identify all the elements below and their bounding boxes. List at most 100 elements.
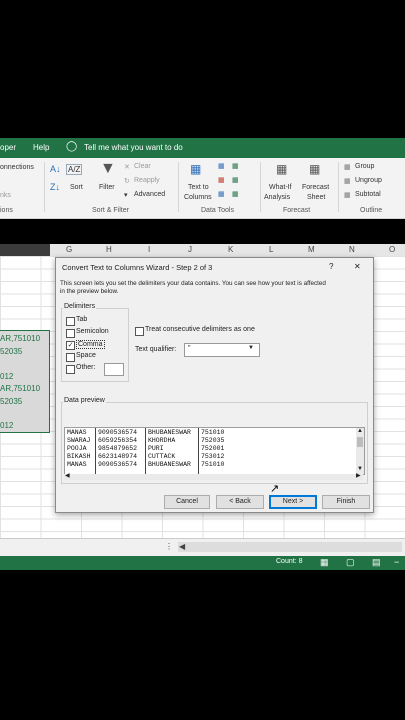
delimiters-label: Delimiters xyxy=(63,303,97,310)
mouse-cursor-icon: ↗ xyxy=(270,483,280,495)
subtotal-icon: ▦ xyxy=(344,192,351,199)
tab-developer[interactable]: oper xyxy=(0,143,16,152)
sort-az-button[interactable]: A/Z xyxy=(66,164,83,175)
space-checkbox[interactable] xyxy=(66,353,75,362)
connections-button[interactable]: onnections xyxy=(0,164,34,171)
forecast-sheet-icon: ▦ xyxy=(309,162,321,176)
chevron-down-icon[interactable]: ▼ xyxy=(248,345,254,351)
outline-group-label: Outline xyxy=(360,207,383,214)
filter-funnel-icon[interactable]: ▼ xyxy=(100,160,116,178)
group-button[interactable]: Group xyxy=(355,163,374,170)
data-tools-group-label: Data Tools xyxy=(201,207,234,214)
ribbon-tab-bar: oper Help ◯ Tell me what you want to do xyxy=(0,138,405,158)
sort-az-icon[interactable]: A↓ xyxy=(50,164,61,174)
tab-checkbox[interactable] xyxy=(66,317,75,326)
other-checkbox-label[interactable]: Other: xyxy=(76,364,95,371)
page-break-icon[interactable]: ▤ xyxy=(372,557,381,568)
ribbon-divider xyxy=(260,162,261,212)
preview-vertical-scrollbar[interactable]: ▲ ▼ xyxy=(356,428,364,474)
consecutive-delimiters-checkbox[interactable] xyxy=(135,327,144,336)
zoom-out-icon[interactable]: − xyxy=(394,557,399,567)
scroll-up-icon[interactable]: ▲ xyxy=(357,428,363,434)
intro-text-2: in the preview below. xyxy=(60,288,119,295)
consolidate-icon[interactable]: ▦ xyxy=(232,162,239,170)
semicolon-checkbox-label[interactable]: Semicolon xyxy=(76,328,109,335)
back-button[interactable]: < Back xyxy=(216,495,264,509)
data-preview-label: Data preview xyxy=(63,397,106,404)
column-m-header[interactable]: M xyxy=(308,245,315,254)
column-h-header[interactable]: H xyxy=(106,245,112,254)
cell-value[interactable]: 52035 xyxy=(0,347,22,356)
filter-button[interactable]: Filter xyxy=(99,184,115,191)
reapply-icon: ↻ xyxy=(124,178,130,185)
remove-duplicates-icon[interactable]: ▦ xyxy=(218,176,225,184)
scroll-thumb[interactable] xyxy=(357,437,363,447)
column-k-header[interactable]: K xyxy=(228,245,233,254)
cell-value[interactable]: 012 xyxy=(0,421,13,430)
manage-data-model-icon[interactable]: ▦ xyxy=(232,190,239,198)
cancel-button[interactable]: Cancel xyxy=(164,495,210,509)
horizontal-scrollbar[interactable]: ◀ xyxy=(178,542,402,552)
column-header-selected xyxy=(0,244,50,256)
forecast-sheet-label-2[interactable]: Sheet xyxy=(307,194,325,201)
next-button[interactable]: Next > xyxy=(269,495,317,509)
scroll-left-icon[interactable]: ◀ xyxy=(65,472,70,479)
text-qualifier-select[interactable]: " ▼ xyxy=(184,343,260,357)
sheet-options-icon[interactable]: ⋮ xyxy=(165,542,173,551)
close-icon[interactable]: ✕ xyxy=(354,262,361,271)
text-to-columns-label-1[interactable]: Text to xyxy=(188,184,209,191)
edit-links-button[interactable]: nks xyxy=(0,192,11,199)
cell-value[interactable]: AR,751010 xyxy=(0,384,40,393)
count-indicator: Count: 8 xyxy=(276,558,303,565)
reapply-button[interactable]: Reapply xyxy=(134,177,160,184)
clear-button[interactable]: Clear xyxy=(134,163,151,170)
data-preview-table[interactable]: MANAS 9090536574 BHUBANESWAR 751010 SWARAJ 6… xyxy=(64,427,365,475)
finish-button[interactable]: Finish xyxy=(322,495,370,509)
subtotal-button[interactable]: Subtotal xyxy=(355,191,381,198)
tab-checkbox-label[interactable]: Tab xyxy=(76,316,87,323)
normal-view-icon[interactable]: ▦ xyxy=(320,557,329,568)
page-layout-icon[interactable]: ▢ xyxy=(346,557,355,568)
other-checkbox[interactable] xyxy=(66,365,75,374)
flash-fill-icon[interactable]: ▦ xyxy=(218,162,225,170)
column-n-header[interactable]: N xyxy=(349,245,355,254)
other-delimiter-input[interactable] xyxy=(104,363,124,376)
cell-value[interactable]: 012 xyxy=(0,372,13,381)
column-i-header[interactable]: I xyxy=(148,245,150,254)
queries-connections-group-label: ions xyxy=(0,207,13,214)
what-if-label-1[interactable]: What-If xyxy=(269,184,292,191)
comma-checkbox[interactable]: ✓ xyxy=(66,341,75,350)
space-checkbox-label[interactable]: Space xyxy=(76,352,96,359)
selected-range[interactable]: AR,751010 52035 012 AR,751010 52035 012 xyxy=(0,330,50,433)
column-j-header[interactable]: J xyxy=(188,245,192,254)
consecutive-delimiters-label[interactable]: Treat consecutive delimiters as one xyxy=(145,326,255,333)
column-l-header[interactable]: L xyxy=(269,245,273,254)
cell-value[interactable]: AR,751010 xyxy=(0,334,40,343)
text-to-columns-label-2[interactable]: Columns xyxy=(184,194,212,201)
preview-horizontal-scrollbar[interactable]: ◀ ▶ xyxy=(64,472,363,480)
ungroup-button[interactable]: Ungroup xyxy=(355,177,382,184)
semicolon-checkbox[interactable] xyxy=(66,329,75,338)
help-button[interactable]: ? xyxy=(329,262,333,271)
dialog-title: Convert Text to Columns Wizard - Step 2 … xyxy=(62,263,213,272)
what-if-label-2[interactable]: Analysis xyxy=(264,194,290,201)
sort-button[interactable]: Sort xyxy=(70,184,83,191)
ribbon-data: onnections nks ions A↓ Z↓ A/Z Sort ▼ Fil… xyxy=(0,158,405,219)
tell-me-search[interactable]: Tell me what you want to do xyxy=(84,143,183,152)
data-validation-icon[interactable]: ▦ xyxy=(218,190,225,198)
column-o-header[interactable]: O xyxy=(389,245,395,254)
scroll-left-icon[interactable]: ◀ xyxy=(179,542,185,551)
comma-checkbox-label[interactable]: Comma xyxy=(76,340,105,349)
cell-value[interactable]: 52035 xyxy=(0,397,22,406)
sort-filter-group-label: Sort & Filter xyxy=(92,207,129,214)
advanced-button[interactable]: Advanced xyxy=(134,191,165,198)
tab-help[interactable]: Help xyxy=(33,143,49,152)
scroll-right-icon[interactable]: ▶ xyxy=(356,472,361,479)
text-to-columns-icon: ▦ xyxy=(190,162,202,176)
relationships-icon[interactable]: ▦ xyxy=(232,176,239,184)
forecast-sheet-label-1[interactable]: Forecast xyxy=(302,184,329,191)
sort-za-icon[interactable]: Z↓ xyxy=(50,182,60,192)
column-break-line xyxy=(198,428,199,474)
column-break-line xyxy=(145,428,146,474)
column-g-header[interactable]: G xyxy=(66,245,72,254)
